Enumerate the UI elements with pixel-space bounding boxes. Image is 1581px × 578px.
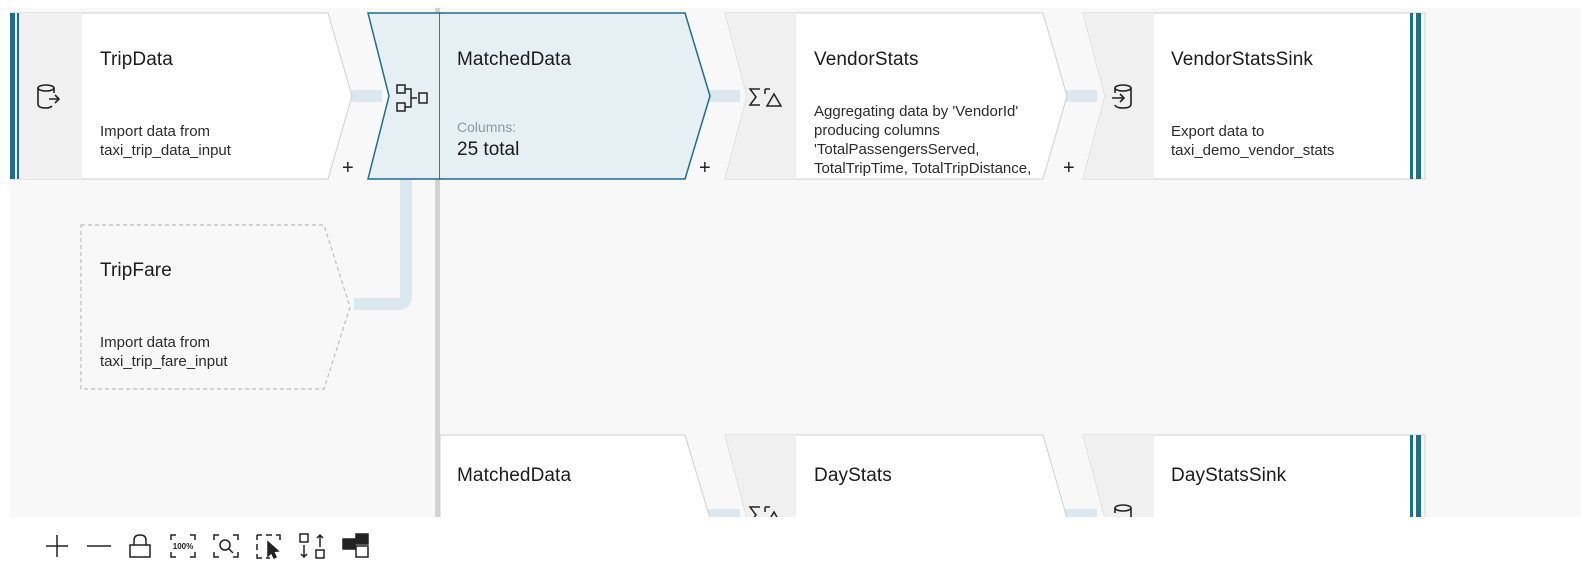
node-description: Aggregating data by 'VendorId' producing…: [814, 103, 1032, 177]
columns-label: Columns:: [457, 119, 517, 135]
node-tripdata[interactable]: TripData Import data from taxi_trip_data…: [10, 12, 370, 180]
zoom-out-icon[interactable]: [84, 531, 114, 561]
zoom-100-icon[interactable]: 100%: [168, 531, 198, 561]
lock-icon[interactable]: [125, 531, 155, 561]
sink-icon: [1110, 503, 1134, 517]
node-title: MatchedData: [457, 465, 572, 486]
node-description: Import data from taxi_trip_fare_input: [100, 334, 228, 370]
multi-select-icon[interactable]: [254, 531, 284, 561]
node-daystats[interactable]: DayStats: [722, 434, 1092, 517]
node-daystatssink[interactable]: DayStatsSink: [1080, 434, 1426, 517]
zoom-100-label: 100%: [173, 542, 193, 551]
node-vendorstats[interactable]: VendorStats Aggregating data by 'VendorI…: [722, 12, 1092, 180]
node-description: Import data from taxi_trip_data_input: [100, 123, 231, 159]
node-title: VendorStatsSink: [1171, 49, 1313, 70]
columns-count: 25 total: [457, 139, 520, 160]
join-icon: [395, 83, 429, 118]
source-icon: [36, 83, 62, 116]
dataflow-canvas[interactable]: TripData Import data from taxi_trip_data…: [10, 8, 1581, 517]
node-join[interactable]: [365, 12, 441, 180]
sink-icon: [1110, 83, 1134, 116]
add-transform-button[interactable]: +: [1063, 158, 1075, 178]
node-title: DayStats: [814, 465, 892, 486]
node-title: VendorStats: [814, 49, 919, 70]
node-title: MatchedData: [457, 49, 572, 70]
minimap-icon[interactable]: [341, 531, 371, 561]
aggregate-icon: [748, 85, 784, 116]
zoom-in-icon[interactable]: [42, 531, 72, 561]
node-tripfare[interactable]: TripFare Import data from taxi_trip_fare…: [80, 224, 370, 391]
node-title: TripData: [100, 49, 173, 70]
add-transform-button[interactable]: +: [342, 158, 354, 178]
canvas-toolbar: 100%: [0, 517, 1581, 578]
aggregate-icon: [748, 503, 784, 517]
node-title: TripFare: [100, 260, 172, 281]
node-matcheddata[interactable]: MatchedData Columns: 25 total +: [439, 12, 730, 180]
node-description: Export data to taxi_demo_vendor_stats: [1171, 123, 1335, 159]
node-matcheddata-2[interactable]: MatchedData: [439, 434, 730, 517]
node-title: DayStatsSink: [1171, 465, 1287, 486]
zoom-fit-icon[interactable]: [211, 531, 241, 561]
auto-align-icon[interactable]: [297, 531, 327, 561]
add-transform-button[interactable]: +: [699, 158, 711, 178]
node-vendorstatssink[interactable]: VendorStatsSink Export data to taxi_demo…: [1080, 12, 1426, 180]
